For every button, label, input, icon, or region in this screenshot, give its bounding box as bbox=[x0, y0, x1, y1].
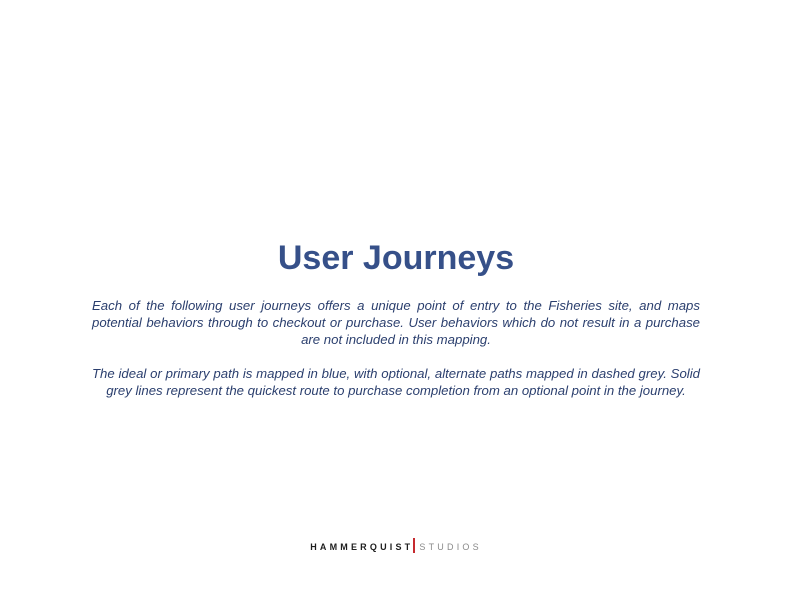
legend-paragraph: The ideal or primary path is mapped in b… bbox=[92, 366, 700, 398]
brand-logo-primary: HAMMERQUIST bbox=[310, 542, 414, 552]
brand-divider bbox=[413, 538, 416, 553]
brand-logo-secondary: STUDIOS bbox=[419, 542, 482, 552]
brand-logo: HAMMERQUIST STUDIOS bbox=[0, 538, 792, 554]
page-title: User Journeys bbox=[277, 239, 515, 277]
intro-paragraph: Each of the following user journeys offe… bbox=[92, 298, 700, 347]
